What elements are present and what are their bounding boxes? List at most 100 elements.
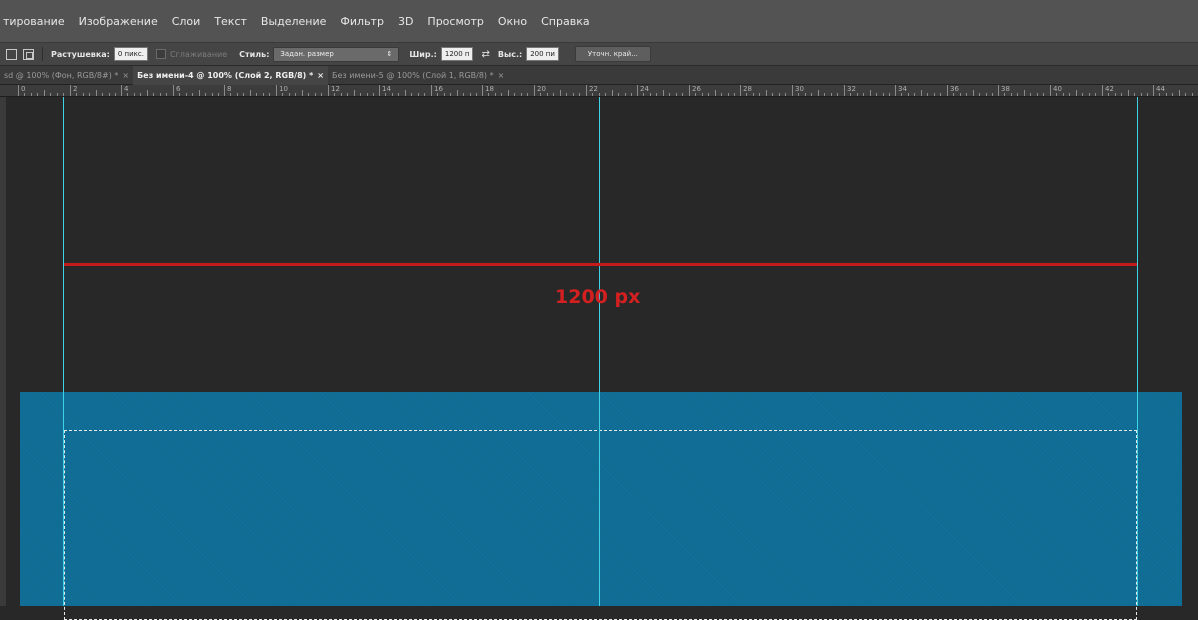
refine-edge-button[interactable]: Уточн. край...: [574, 46, 651, 62]
close-icon[interactable]: ×: [122, 71, 129, 80]
ruler-minor-tick: [437, 93, 438, 96]
ruler-minor-tick: [1095, 93, 1096, 96]
ruler-minor-tick: [37, 93, 38, 96]
width-input[interactable]: 1200 п: [440, 47, 474, 61]
guide-center[interactable]: [599, 97, 600, 606]
swap-dimensions-icon[interactable]: ⇄: [481, 49, 489, 60]
ruler-minor-tick: [579, 93, 580, 96]
style-select[interactable]: Задан. размер ⇕: [273, 46, 400, 62]
ruler-tick: [224, 85, 225, 96]
ruler-minor-tick: [192, 93, 193, 96]
ruler-minor-tick: [83, 93, 84, 96]
ruler-minor-tick: [230, 93, 231, 96]
marquee-selection: [64, 430, 1137, 620]
ruler-minor-tick: [450, 93, 451, 96]
ruler-minor-tick: [779, 93, 780, 96]
feather-input[interactable]: 0 пикс.: [113, 47, 148, 61]
ruler-minor-tick: [753, 93, 754, 96]
ruler-tick: [534, 85, 535, 96]
tab-document-1[interactable]: sd @ 100% (Фон, RGB/8#) * ×: [0, 66, 133, 85]
horizontal-ruler[interactable]: 0 2 4 6 8 10 12 14 16 18 20 22 24 26 28 30 32 34 36 38 40 42 4…: [0, 85, 1198, 97]
ruler-minor-tick: [385, 93, 386, 96]
width-label: Шир.:: [409, 49, 437, 59]
vertical-ruler[interactable]: [0, 97, 6, 606]
ruler-minor-tick: [295, 93, 296, 96]
ruler-minor-tick: [1037, 93, 1038, 96]
tab-document-3[interactable]: Без имени-5 @ 100% (Слой 1, RGB/8) * ×: [328, 66, 508, 85]
ruler-minor-tick: [592, 93, 593, 96]
ruler-label: 34: [898, 85, 907, 93]
ruler-minor-tick: [1056, 93, 1057, 96]
ruler-minor-tick: [398, 93, 399, 96]
height-input[interactable]: 200 пи: [526, 47, 559, 61]
selection-mode-icon[interactable]: [6, 48, 17, 60]
ruler-minor-tick: [857, 93, 858, 96]
ruler-minor-tick: [470, 93, 471, 96]
menu-help[interactable]: Справка: [534, 15, 596, 28]
ruler-tick: [1153, 85, 1154, 96]
antialias-checkbox[interactable]: [155, 49, 166, 59]
ruler-minor-tick: [527, 93, 528, 96]
ruler-minor-tick: [250, 90, 251, 96]
menu-layers[interactable]: Слои: [165, 15, 208, 28]
ruler-minor-tick: [457, 90, 458, 96]
menu-type[interactable]: Текст: [207, 15, 254, 28]
ruler-tick: [173, 85, 174, 96]
menu-image[interactable]: Изображение: [72, 15, 165, 28]
ruler-minor-tick: [876, 93, 877, 96]
ruler-minor-tick: [831, 93, 832, 96]
menu-filter[interactable]: Фильтр: [333, 15, 391, 28]
ruler-minor-tick: [89, 93, 90, 96]
close-icon[interactable]: ×: [498, 71, 505, 80]
ruler-minor-tick: [979, 93, 980, 96]
ruler-minor-tick: [495, 93, 496, 96]
ruler-minor-tick: [289, 93, 290, 96]
guide-right[interactable]: [1137, 97, 1138, 606]
ruler-minor-tick: [837, 93, 838, 96]
ruler-minor-tick: [308, 93, 309, 96]
ruler-minor-tick: [1141, 93, 1142, 96]
tab-label: Без имени-5 @ 100% (Слой 1, RGB/8) *: [332, 70, 494, 80]
ruler-minor-tick: [540, 93, 541, 96]
ruler-minor-tick: [521, 93, 522, 96]
close-icon[interactable]: ×: [317, 71, 324, 80]
ruler-label: 20: [537, 85, 546, 93]
ruler-label: 30: [795, 85, 804, 93]
tab-document-2[interactable]: Без имени-4 @ 100% (Слой 2, RGB/8) * ×: [133, 65, 328, 85]
ruler-minor-tick: [1030, 93, 1031, 96]
divider: [42, 47, 43, 61]
ruler-minor-tick: [334, 93, 335, 96]
ruler-minor-tick: [798, 93, 799, 96]
subtract-selection-icon[interactable]: [23, 48, 34, 60]
menu-select[interactable]: Выделение: [254, 15, 334, 28]
ruler-minor-tick: [166, 93, 167, 96]
ruler-label: 12: [331, 85, 340, 93]
options-bar: Растушевка: 0 пикс. Сглаживание Стиль: З…: [0, 42, 1198, 66]
tab-label: Без имени-4 @ 100% (Слой 2, RGB/8) *: [137, 70, 314, 80]
ruler-label: 38: [1001, 85, 1010, 93]
ruler-minor-tick: [411, 93, 412, 96]
ruler-minor-tick: [612, 90, 613, 96]
ruler-minor-tick: [1179, 90, 1180, 96]
menu-edit[interactable]: тирование: [0, 15, 72, 28]
ruler-tick: [637, 85, 638, 96]
ruler-minor-tick: [102, 93, 103, 96]
ruler-minor-tick: [354, 90, 355, 96]
ruler-minor-tick: [50, 93, 51, 96]
menu-view[interactable]: Просмотр: [420, 15, 490, 28]
ruler-minor-tick: [553, 93, 554, 96]
menu-window[interactable]: Окно: [491, 15, 534, 28]
ruler-minor-tick: [1192, 93, 1193, 96]
ruler-minor-tick: [973, 90, 974, 96]
ruler-minor-tick: [1063, 93, 1064, 96]
ruler-minor-tick: [940, 93, 941, 96]
guide-left[interactable]: [63, 97, 64, 606]
ruler-minor-tick: [824, 93, 825, 96]
width-measure-line: [64, 263, 1137, 266]
ruler-minor-tick: [966, 93, 967, 96]
ruler-minor-tick: [31, 93, 32, 96]
ruler-minor-tick: [746, 93, 747, 96]
ruler-minor-tick: [702, 93, 703, 96]
ruler-tick: [431, 85, 432, 96]
menu-3d[interactable]: 3D: [391, 15, 420, 28]
